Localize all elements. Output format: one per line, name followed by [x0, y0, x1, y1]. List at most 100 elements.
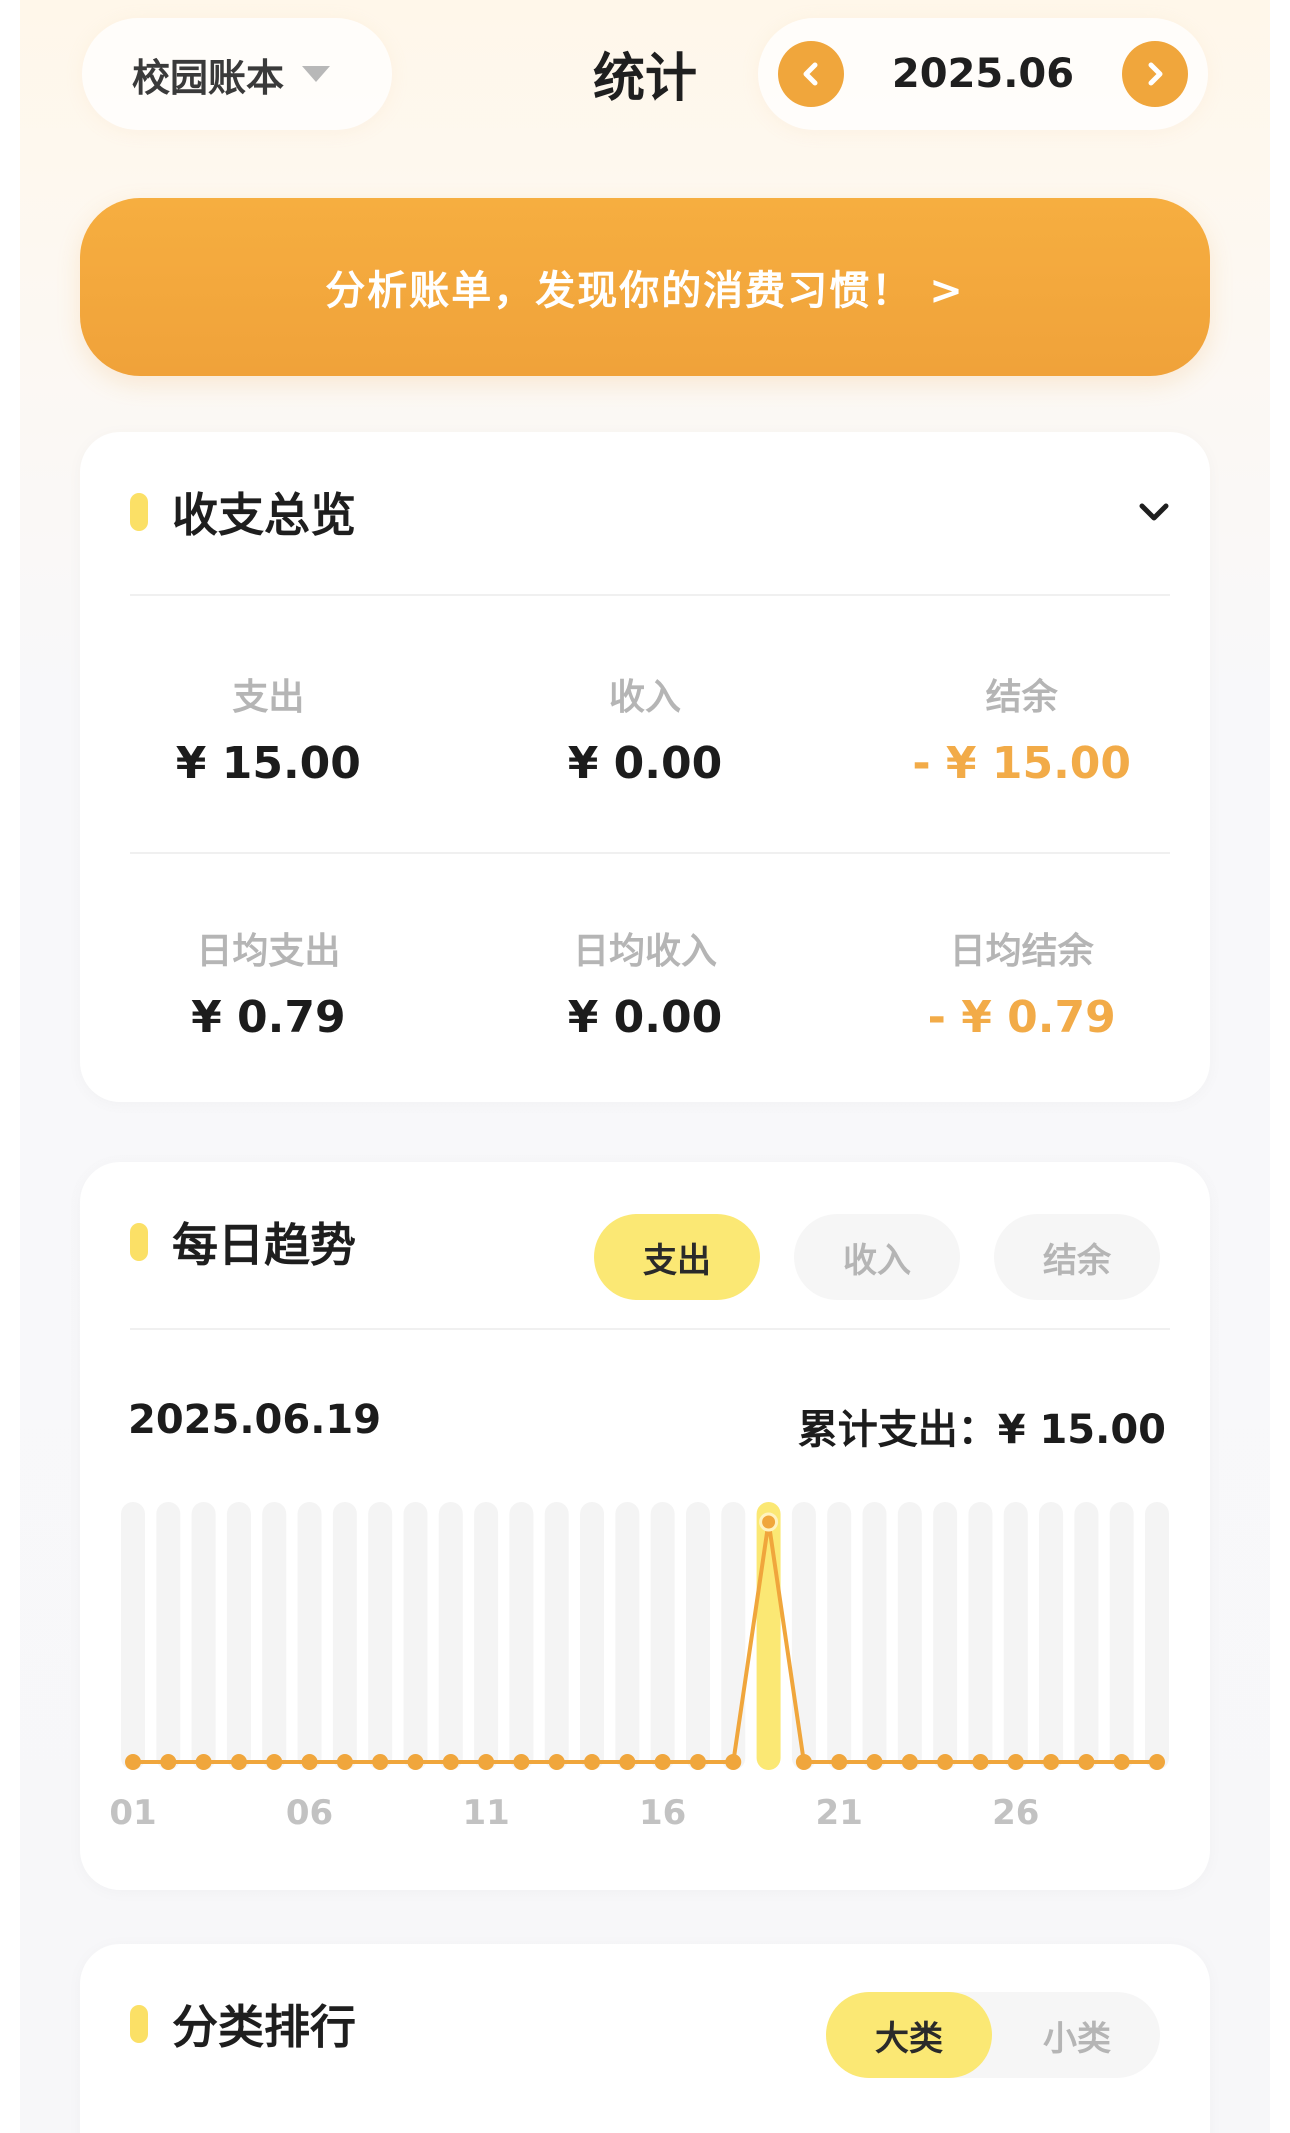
- stat-daily-balance: 日均结余 - ¥ 0.79: [833, 922, 1210, 1043]
- day-column: [544, 1502, 569, 1770]
- data-point: [866, 1754, 883, 1770]
- day-column: [897, 1502, 922, 1770]
- day-column: [650, 1502, 675, 1770]
- ranking-header: 分类排行: [130, 1944, 356, 2104]
- data-point: [301, 1754, 318, 1770]
- right-margin: [1270, 0, 1290, 2133]
- month-selector: 2025.06: [758, 18, 1208, 130]
- overview-title: 收支总览: [172, 488, 356, 542]
- highlight-column: [756, 1502, 781, 1770]
- data-point: [795, 1754, 812, 1770]
- stat-label: 收入: [609, 677, 682, 718]
- data-point: [336, 1754, 353, 1770]
- stat-value: - ¥ 15.00: [912, 738, 1132, 789]
- data-point: [584, 1754, 601, 1770]
- day-column: [156, 1502, 181, 1770]
- day-column: [332, 1502, 357, 1770]
- trend-header: 每日趋势: [130, 1162, 356, 1322]
- x-tick-label: 16: [639, 1793, 686, 1833]
- section-bullet: [130, 493, 148, 531]
- stat-value: - ¥ 0.79: [927, 992, 1116, 1043]
- overview-divider-mid: [130, 852, 1170, 854]
- data-point: [725, 1754, 742, 1770]
- data-point: [548, 1754, 565, 1770]
- day-column: [968, 1502, 993, 1770]
- stat-value: ¥ 0.79: [191, 992, 346, 1043]
- tab-major-category[interactable]: 大类: [826, 1992, 992, 2078]
- stat-daily-income: 日均收入 ¥ 0.00: [457, 922, 834, 1043]
- stat-expense: 支出 ¥ 15.00: [80, 668, 457, 789]
- stat-label: 结余: [985, 677, 1058, 718]
- stat-label: 日均支出: [196, 931, 341, 972]
- day-column: [1003, 1502, 1028, 1770]
- tab-minor-category[interactable]: 小类: [994, 1992, 1160, 2078]
- book-name: 校园账本: [132, 55, 285, 100]
- chevron-left-icon: [803, 62, 818, 86]
- data-point: [230, 1754, 247, 1770]
- chevron-down-icon[interactable]: [1134, 492, 1174, 532]
- day-column: [403, 1502, 428, 1770]
- day-column: [933, 1502, 958, 1770]
- data-point: [372, 1754, 389, 1770]
- stat-value: ¥ 0.00: [567, 738, 723, 789]
- trend-line: [133, 1521, 1157, 1764]
- cumulative-expense: 累计支出：¥ 15.00: [797, 1407, 1166, 1453]
- day-column: [791, 1502, 816, 1770]
- stat-balance: 结余 - ¥ 15.00: [833, 668, 1210, 789]
- trend-divider: [130, 1328, 1170, 1330]
- analysis-banner[interactable]: 分析账单，发现你的消费习惯！ >: [80, 198, 1210, 376]
- tab-income[interactable]: 收入: [794, 1214, 960, 1300]
- x-tick-label: 26: [992, 1793, 1039, 1833]
- day-column: [509, 1502, 534, 1770]
- tab-expense[interactable]: 支出: [594, 1214, 760, 1300]
- data-point: [1149, 1754, 1165, 1770]
- day-column: [1039, 1502, 1064, 1770]
- day-column: [1109, 1502, 1134, 1770]
- day-column: [226, 1502, 251, 1770]
- next-month-button[interactable]: [1122, 41, 1188, 107]
- overview-divider-top: [130, 594, 1170, 596]
- chevron-right-icon: [1148, 62, 1163, 86]
- stat-label: 支出: [232, 677, 305, 718]
- day-column: [1145, 1502, 1169, 1770]
- data-point: [1113, 1754, 1130, 1770]
- day-column: [121, 1502, 145, 1770]
- data-point: [619, 1754, 636, 1770]
- banner-text: 分析账单，发现你的消费习惯！ >: [325, 268, 965, 314]
- day-column: [368, 1502, 393, 1770]
- day-column: [262, 1502, 287, 1770]
- x-tick-label: 01: [109, 1793, 156, 1833]
- trend-card: 每日趋势 支出 收入 结余 2025.06.19 累计支出：¥ 15.00 01…: [80, 1162, 1210, 1890]
- tab-balance[interactable]: 结余: [994, 1214, 1160, 1300]
- day-column: [438, 1502, 463, 1770]
- daily-trend-chart[interactable]: 01 06 11 16 21 26: [80, 1492, 1210, 1862]
- data-point: [654, 1754, 671, 1770]
- data-point: [689, 1754, 706, 1770]
- stat-value: ¥ 15.00: [175, 738, 361, 789]
- highlight-point: [759, 1512, 779, 1532]
- data-point: [125, 1754, 141, 1770]
- day-column: [721, 1502, 746, 1770]
- x-tick-label: 11: [462, 1793, 509, 1833]
- data-point: [1007, 1754, 1024, 1770]
- ranking-title: 分类排行: [172, 2000, 356, 2054]
- ranking-card: 分类排行 大类 小类: [80, 1944, 1210, 2133]
- data-point: [195, 1754, 212, 1770]
- data-point: [1078, 1754, 1095, 1770]
- data-point: [831, 1754, 848, 1770]
- data-point: [478, 1754, 495, 1770]
- data-point: [901, 1754, 918, 1770]
- data-point: [1043, 1754, 1060, 1770]
- caret-down-icon: [302, 66, 331, 82]
- data-point: [972, 1754, 989, 1770]
- book-selector[interactable]: 校园账本: [82, 18, 392, 130]
- data-point: [160, 1754, 177, 1770]
- prev-month-button[interactable]: [778, 41, 844, 107]
- statistics-page: 校园账本 统计 2025.06 分析账单，发现你的消费习惯！ > 收支总览 支出…: [0, 0, 1290, 2133]
- overview-card: 收支总览 支出 ¥ 15.00 收入 ¥ 0.00 结余 - ¥ 15.00 日…: [80, 432, 1210, 1102]
- day-column: [191, 1502, 216, 1770]
- stat-value: ¥ 0.00: [567, 992, 723, 1043]
- data-point: [513, 1754, 530, 1770]
- data-point: [407, 1754, 424, 1770]
- stat-daily-expense: 日均支出 ¥ 0.79: [80, 922, 457, 1043]
